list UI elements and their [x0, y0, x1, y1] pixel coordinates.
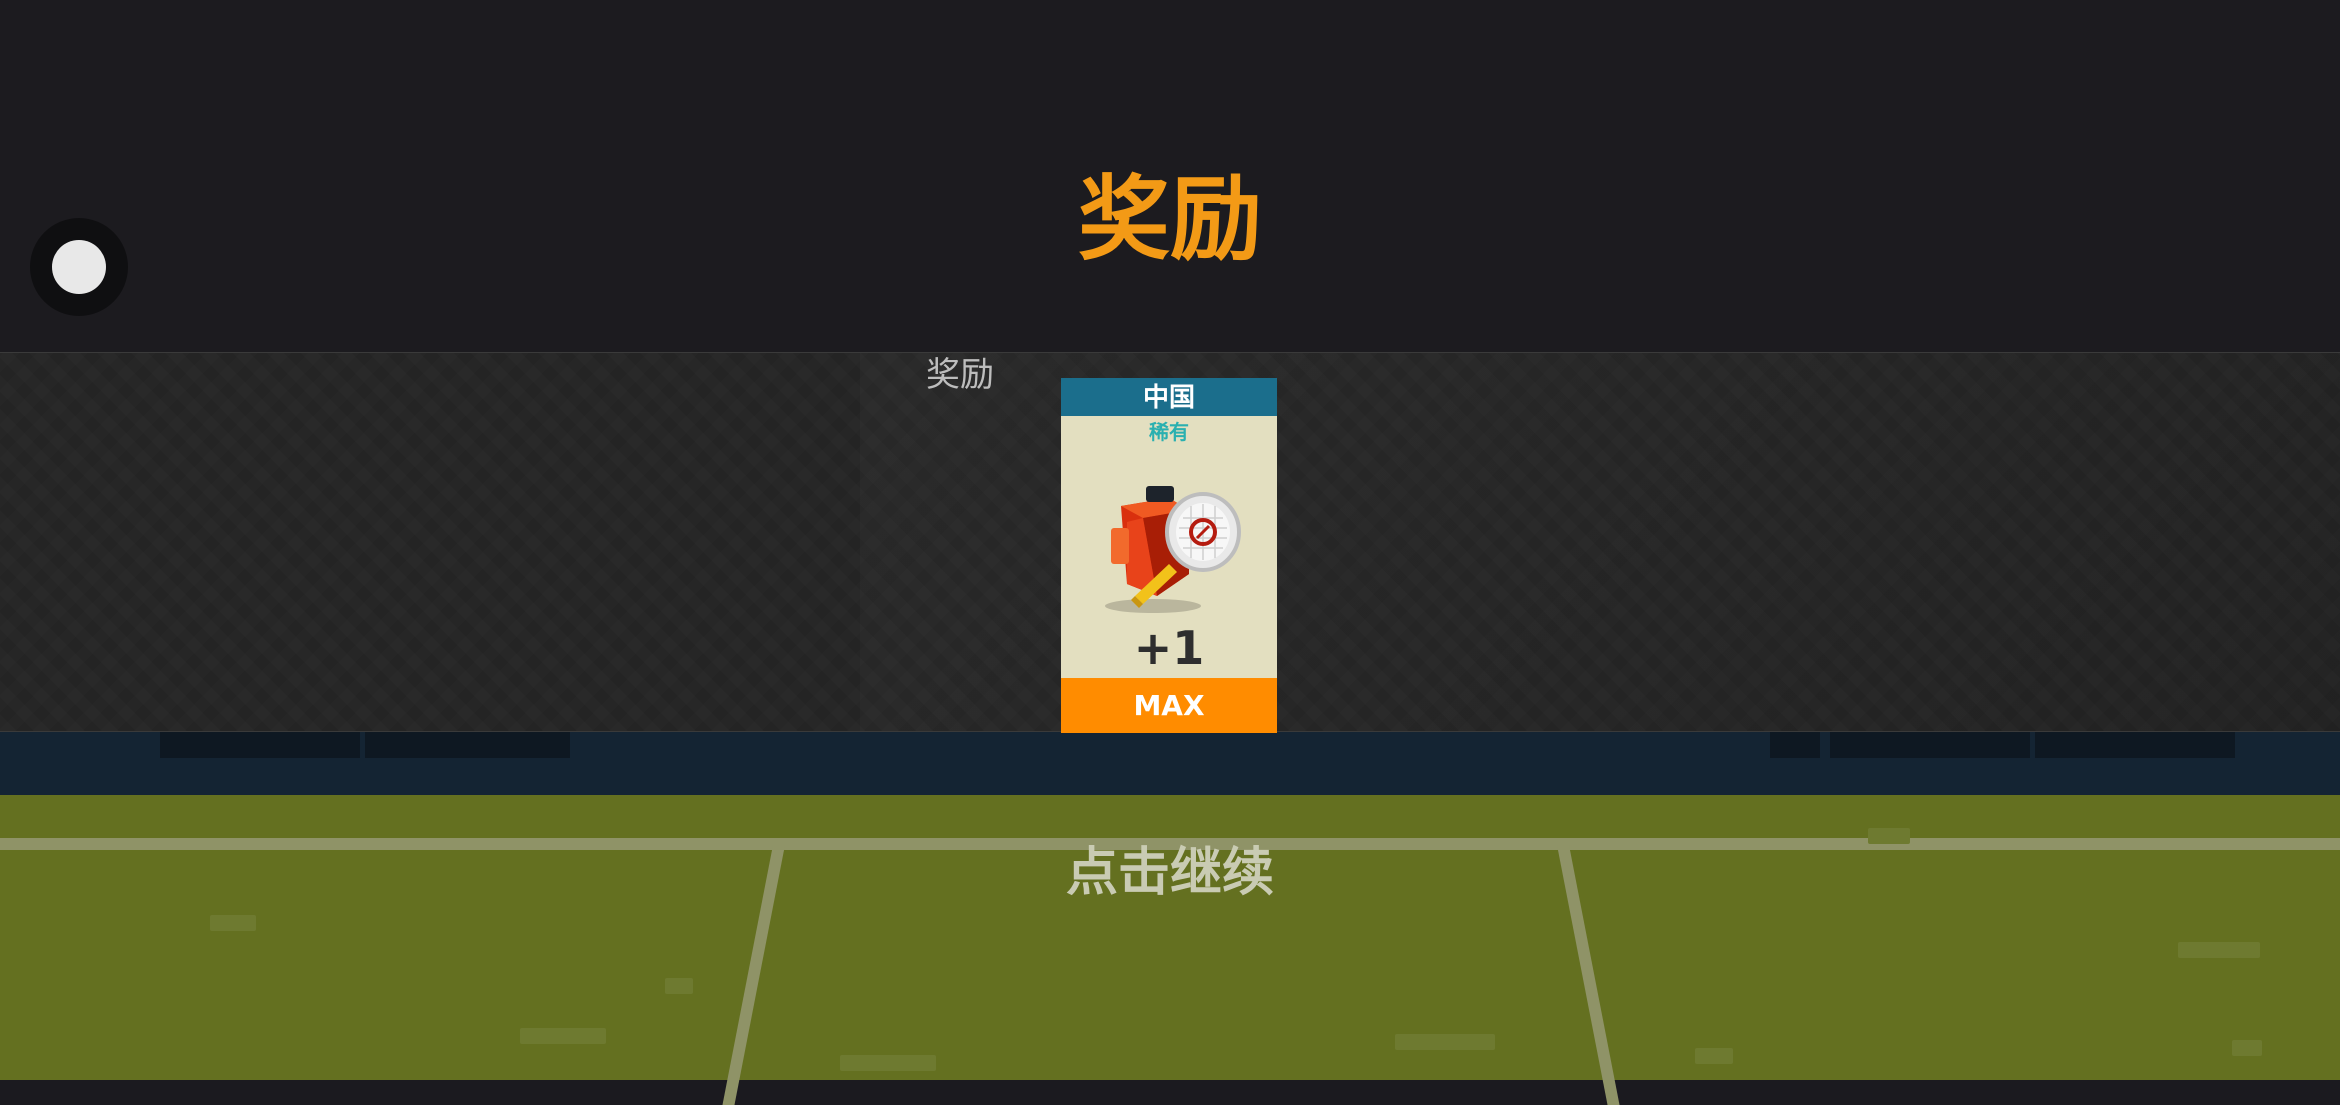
reward-card[interactable]: 中国 稀有 +1 MAX: [1061, 378, 1277, 733]
court-patch: [840, 1055, 936, 1071]
court-patch: [520, 1028, 606, 1044]
court-patch: [1395, 1034, 1495, 1050]
card-country: 中国: [1061, 378, 1277, 416]
court-patch: [2232, 1040, 2262, 1056]
stand-seat: [1830, 730, 2030, 758]
floating-assistive-button[interactable]: [30, 218, 128, 316]
stand-seat: [365, 730, 570, 758]
court-patch: [665, 978, 693, 994]
stand-seat: [2035, 730, 2235, 758]
stand-seat: [160, 730, 360, 758]
page-title: 奖励: [1077, 166, 1262, 273]
card-level-badge: MAX: [1061, 678, 1277, 733]
assistive-dot-icon: [52, 240, 106, 294]
court-patch: [2178, 942, 2260, 958]
reward-section-label: 奖励: [926, 355, 994, 395]
court-patch: [1695, 1048, 1733, 1064]
court-patch: [210, 915, 256, 931]
stand-seat: [1770, 730, 1820, 758]
tap-to-continue-prompt[interactable]: 点击继续: [0, 835, 2340, 911]
card-count: +1: [1133, 621, 1205, 675]
red-racket-bag-icon: [1105, 486, 1241, 613]
card-rarity: 稀有: [1149, 420, 1189, 444]
